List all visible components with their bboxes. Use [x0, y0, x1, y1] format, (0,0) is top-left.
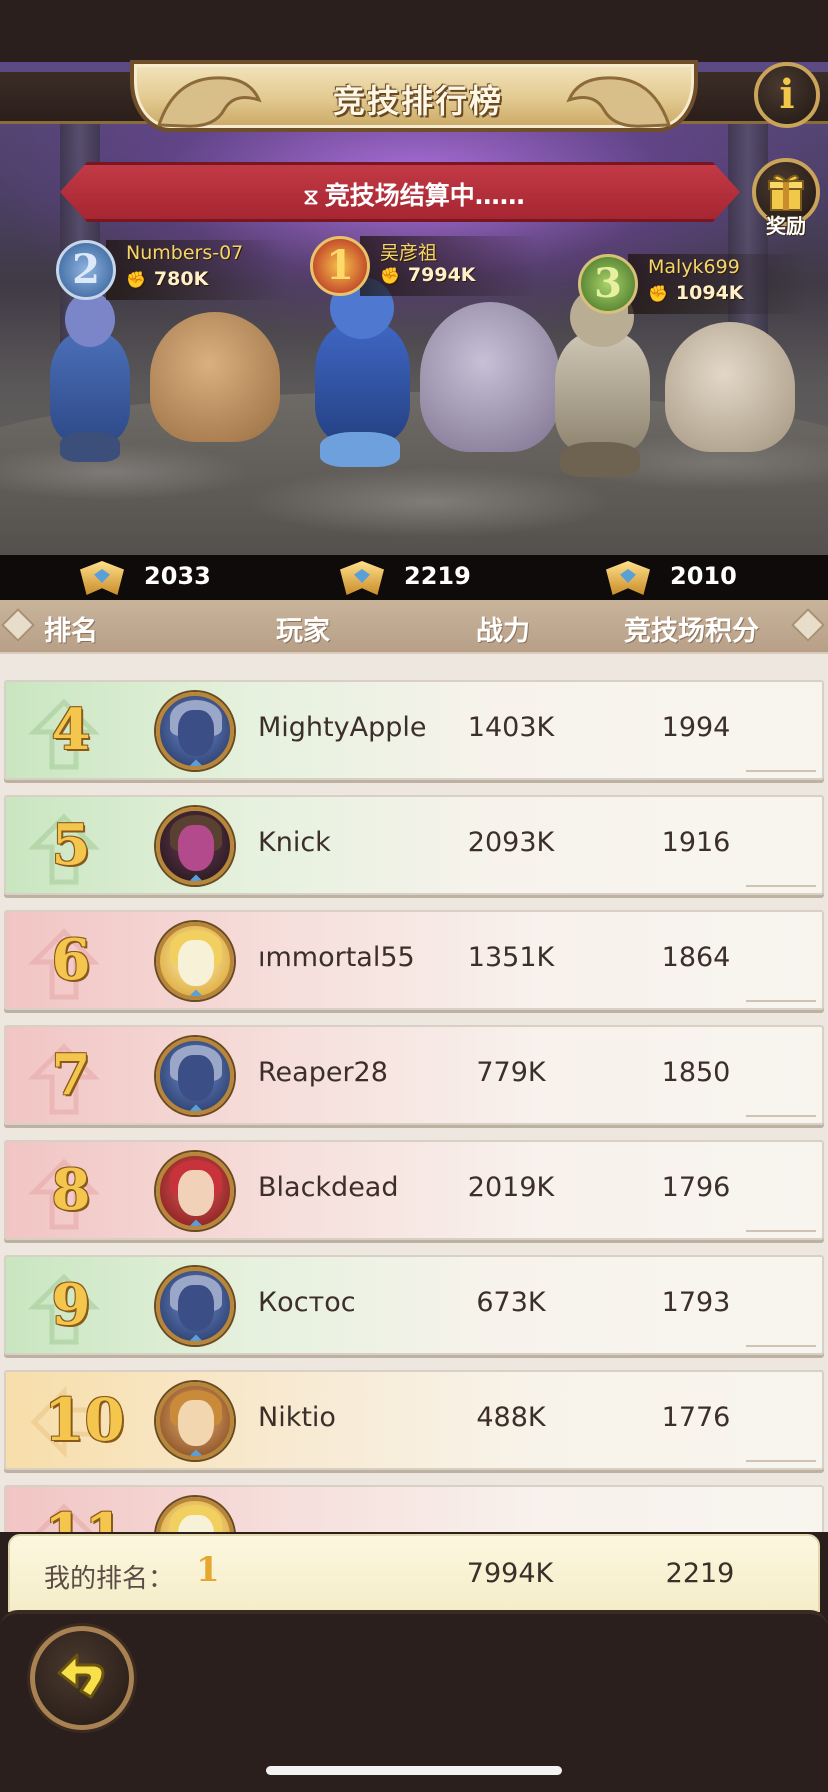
player-name: Костос: [258, 1287, 356, 1318]
rank-number: 5: [51, 812, 91, 878]
rank-number: 6: [51, 927, 91, 993]
power-fist-icon: ✊: [126, 270, 146, 289]
table-row[interactable]: 4 MightyApple 1403K 1994: [4, 680, 824, 780]
table-row[interactable]: 7 Reaper28 779K 1850: [4, 1025, 824, 1125]
player-power: 1403K: [467, 712, 555, 743]
rank-badge-3: 3: [578, 254, 638, 314]
rank-number: 9: [51, 1272, 91, 1338]
rank-badge-2: 2: [56, 240, 116, 300]
rank-number: 7: [51, 1042, 91, 1108]
home-indicator: [266, 1766, 562, 1775]
status-bar: [0, 0, 828, 62]
podium-power-value: 780K: [153, 268, 209, 290]
diamond-ornament-icon: [1, 608, 35, 642]
podium-player-name: Malyk699: [648, 256, 740, 278]
player-arena-points: 1850: [661, 1057, 731, 1088]
power-fist-icon: ✊: [648, 284, 668, 303]
player-name: Knick: [258, 827, 331, 858]
reward-label: 奖励: [766, 214, 806, 238]
column-header-power: 战力: [476, 616, 530, 647]
table-row[interactable]: 11: [4, 1485, 824, 1532]
wolf-mount-left: [150, 312, 280, 442]
rank-number: 11: [44, 1505, 125, 1532]
player-power: 779K: [476, 1057, 546, 1088]
player-power: 488K: [476, 1402, 546, 1433]
player-arena-points: 1916: [661, 827, 731, 858]
table-row[interactable]: 5 Knick 2093K 1916: [4, 795, 824, 895]
column-header-arena-points: 竞技场积分: [624, 616, 759, 647]
column-header-rank: 排名: [44, 616, 98, 647]
table-header: 排名 玩家 战力 竞技场积分: [0, 600, 828, 654]
player-arena-points: 1793: [661, 1287, 731, 1318]
rank-number: 10: [44, 1386, 125, 1454]
player-power: 1351K: [467, 942, 555, 973]
player-avatar[interactable]: [156, 1382, 234, 1460]
podium-power-value: 7994K: [407, 264, 476, 286]
player-name: Reaper28: [258, 1057, 388, 1088]
title-plate: 竞技排行榜: [130, 60, 698, 132]
my-rank-label: 我的排名：: [44, 1564, 175, 1594]
player-name: Niktio: [258, 1402, 336, 1433]
info-icon[interactable]: i: [754, 62, 820, 128]
wolf-mount-right: [665, 322, 795, 452]
back-button[interactable]: [30, 1626, 134, 1730]
podium-player-name: 吴彦祖: [380, 242, 438, 264]
podium-score-bar: 2033 2219 2010: [0, 555, 828, 600]
player-name: ımmortal55: [258, 942, 415, 973]
player-name: Blackdead: [258, 1172, 399, 1203]
player-avatar[interactable]: [156, 1497, 234, 1532]
player-arena-points: 1776: [661, 1402, 731, 1433]
arena-emblem-icon: [80, 561, 124, 595]
my-power: 7994K: [466, 1558, 554, 1589]
podium-power-value: 1094K: [675, 282, 744, 304]
power-fist-icon: ✊: [380, 266, 400, 285]
title-banner: 竞技排行榜: [0, 60, 828, 140]
table-row[interactable]: 6 ımmortal55 1351K 1864: [4, 910, 824, 1010]
player-avatar[interactable]: [156, 692, 234, 770]
podium-player-name: Numbers-07: [126, 242, 244, 264]
leaderboard-table[interactable]: 排名 玩家 战力 竞技场积分 4 MightyApple 1403K 1994 …: [0, 600, 828, 1532]
my-rank-bar[interactable]: 我的排名： 1 7994K 2219: [8, 1534, 820, 1612]
reward-button[interactable]: 奖励: [746, 158, 824, 238]
podium-rank-2[interactable]: 2 Numbers-07 ✊ 780K: [56, 240, 286, 308]
gift-icon: [768, 174, 804, 211]
player-power: 673K: [476, 1287, 546, 1318]
player-name: MightyApple: [258, 712, 427, 743]
table-row[interactable]: 10 Niktio 488K 1776: [4, 1370, 824, 1470]
player-power: 2093K: [467, 827, 555, 858]
player-power: 2019K: [467, 1172, 555, 1203]
page-title: 竞技排行榜: [332, 82, 503, 120]
player-avatar[interactable]: [156, 1267, 234, 1345]
my-rank-number: 1: [196, 1550, 220, 1590]
player-arena-points: 1864: [661, 942, 731, 973]
arena-emblem-icon: [606, 561, 650, 595]
player-arena-points: 1796: [661, 1172, 731, 1203]
rank-badge-1: 1: [310, 236, 370, 296]
back-arrow-icon: [57, 1653, 105, 1699]
player-avatar[interactable]: [156, 922, 234, 1000]
table-row[interactable]: 9 Костос 673K 1793: [4, 1255, 824, 1355]
player-avatar[interactable]: [156, 807, 234, 885]
settlement-notice: 竞技场结算中……: [324, 181, 525, 210]
player-avatar[interactable]: [156, 1037, 234, 1115]
player-avatar[interactable]: [156, 1152, 234, 1230]
podium-rank-3[interactable]: 3 Malyk699 ✊ 1094K: [578, 254, 808, 322]
diamond-ornament-icon: [791, 608, 825, 642]
hourglass-icon: ⧖: [303, 185, 319, 210]
podium-rank-1[interactable]: 1 吴彦祖 ✊ 7994K: [310, 236, 540, 304]
table-row[interactable]: 8 Blackdead 2019K 1796: [4, 1140, 824, 1240]
player-arena-points: 1994: [661, 712, 731, 743]
column-header-player: 玩家: [276, 616, 330, 647]
arena-emblem-icon: [340, 561, 384, 595]
hero-rank-2: [30, 292, 150, 472]
my-arena-points: 2219: [665, 1558, 735, 1589]
rank-number: 4: [51, 697, 91, 763]
rank-number: 8: [51, 1157, 91, 1223]
